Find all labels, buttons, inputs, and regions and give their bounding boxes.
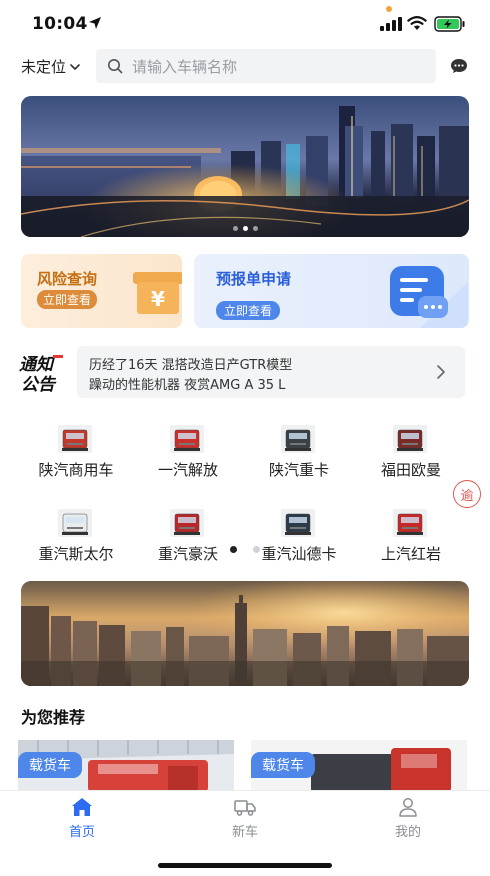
- brand-label: 重汽斯太尔: [38, 545, 114, 563]
- risk-query-card[interactable]: 风险查询 立即查看 ¥: [21, 254, 182, 328]
- risk-query-button[interactable]: 立即查看: [37, 290, 98, 309]
- tab-new-car[interactable]: 新车: [205, 797, 285, 840]
- chevron-right-icon[interactable]: [436, 364, 446, 380]
- brand-label: 陕汽重卡: [268, 461, 329, 479]
- home-icon: [72, 798, 92, 816]
- truck-icon: [170, 425, 204, 453]
- forecast-apply-card[interactable]: 预报单申请 立即查看: [194, 254, 469, 328]
- notice-line-1: 历经了16天 混搭改造日产GTR模型: [89, 358, 293, 373]
- truck-icon: [170, 509, 204, 537]
- tab-home[interactable]: 首页: [42, 797, 122, 840]
- risk-query-title: 风险查询: [37, 270, 98, 288]
- brand-item[interactable]: 陕汽商用车: [21, 425, 131, 485]
- city-sunset-image: [21, 581, 469, 686]
- banner-dot[interactable]: [232, 226, 238, 231]
- notice-ticker[interactable]: 历经了16天 混搭改造日产GTR模型 躁动的性能机器 夜赏AMG A 35 L: [77, 346, 465, 398]
- notice-line-2: 躁动的性能机器 夜赏AMG A 35 L: [89, 378, 286, 393]
- user-icon: [399, 798, 417, 817]
- notice-logo-bottom: 公告: [21, 375, 57, 393]
- brand-label: 重汽豪沃: [157, 545, 218, 563]
- status-time: 10:04: [32, 14, 88, 34]
- forecast-apply-title: 预报单申请: [216, 270, 292, 288]
- tab-new-car-label: 新车: [231, 825, 258, 840]
- forecast-apply-button[interactable]: 立即查看: [216, 301, 281, 320]
- chevron-down-icon: [70, 63, 80, 70]
- recommend-tag: 载货车: [251, 752, 315, 778]
- promo-banner[interactable]: [21, 96, 469, 237]
- brand-label: 上汽红岩: [380, 545, 441, 563]
- brand-item[interactable]: 一汽解放: [133, 425, 243, 485]
- truck-icon: [281, 425, 315, 453]
- wifi-icon: [407, 16, 427, 30]
- location-label: 未定位: [21, 58, 67, 76]
- brand-grid-pagination: [230, 546, 260, 553]
- location-selector[interactable]: 未定位: [21, 56, 81, 77]
- banner-dot[interactable]: [252, 226, 258, 231]
- truck-icon: [58, 509, 92, 537]
- recording-dot-icon: [386, 6, 392, 12]
- svg-text:¥: ¥: [151, 287, 165, 311]
- home-indicator: [158, 863, 332, 868]
- truck-icon: [234, 800, 256, 816]
- brand-label: 一汽解放: [157, 461, 218, 479]
- grid-dot-active[interactable]: [230, 546, 237, 553]
- brand-label: 重汽汕德卡: [261, 545, 337, 563]
- recommend-card[interactable]: 载货车: [18, 740, 234, 792]
- search-placeholder: 请输入车辆名称: [132, 57, 238, 76]
- overdue-badge[interactable]: 逾: [453, 480, 481, 508]
- cellular-signal-icon: [380, 17, 402, 31]
- search-icon: [108, 59, 123, 74]
- brand-label: 陕汽商用车: [38, 461, 114, 479]
- tab-profile-label: 我的: [394, 825, 421, 840]
- notice-logo-icon: 通知 公告: [19, 355, 63, 393]
- banner-pagination: [21, 226, 469, 231]
- grid-dot[interactable]: [253, 546, 260, 553]
- truck-icon: [393, 509, 427, 537]
- tab-home-label: 首页: [68, 825, 95, 840]
- banner-dot-active[interactable]: [242, 226, 248, 231]
- recommend-card[interactable]: 载货车: [251, 740, 467, 792]
- brand-item[interactable]: 福田欧曼: [356, 425, 466, 485]
- search-input[interactable]: 请输入车辆名称: [96, 49, 436, 83]
- yen-box-icon: ¥: [133, 272, 182, 314]
- brand-item[interactable]: 重汽斯太尔: [21, 509, 131, 569]
- tab-profile[interactable]: 我的: [368, 797, 448, 840]
- truck-icon: [281, 509, 315, 537]
- brand-item[interactable]: 重汽汕德卡: [244, 509, 354, 569]
- city-sunset-banner[interactable]: [21, 581, 469, 686]
- brand-label: 福田欧曼: [380, 461, 441, 479]
- battery-charging-icon: [434, 16, 465, 32]
- brand-item[interactable]: 重汽豪沃: [133, 509, 243, 569]
- notice-logo-top: 通知: [19, 355, 56, 375]
- status-bar: 10:04: [0, 0, 490, 48]
- truck-icon: [393, 425, 427, 453]
- brand-item[interactable]: 上汽红岩: [356, 509, 466, 569]
- brand-item[interactable]: 陕汽重卡: [244, 425, 354, 485]
- city-night-image: [21, 96, 469, 237]
- message-icon[interactable]: [450, 58, 468, 74]
- location-arrow-icon: [89, 17, 101, 29]
- recommend-title: 为您推荐: [21, 708, 86, 727]
- recommend-tag: 载货车: [18, 752, 82, 778]
- document-chat-icon: [390, 266, 468, 328]
- truck-icon: [58, 425, 92, 453]
